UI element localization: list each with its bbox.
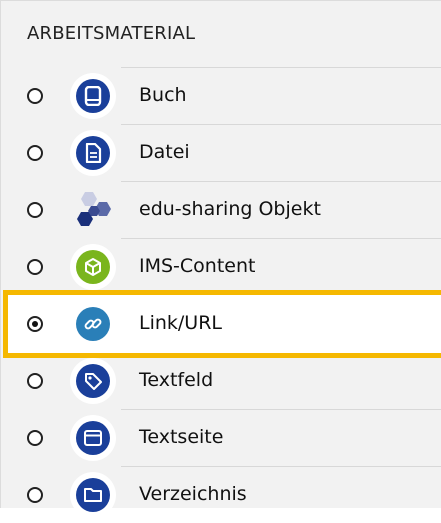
option-label: Verzeichnis [139, 483, 247, 505]
option-textseite[interactable]: Textseite [1, 409, 441, 466]
option-edu-sharing[interactable]: edu-sharing Objekt [1, 181, 441, 238]
option-datei[interactable]: Datei [1, 124, 441, 181]
radio-buch[interactable] [27, 88, 43, 104]
activity-chooser-panel: ARBEITSMATERIAL Buch Datei edu-sharing O… [0, 0, 441, 518]
book-icon [70, 73, 116, 119]
option-label: Textseite [139, 426, 224, 448]
window-icon [70, 415, 116, 461]
radio-edu-sharing[interactable] [27, 202, 43, 218]
radio-textseite[interactable] [27, 430, 43, 446]
radio-ims-content[interactable] [27, 259, 43, 275]
option-label: edu-sharing Objekt [139, 198, 321, 220]
option-ims-content[interactable]: IMS-Content [1, 238, 441, 295]
option-label: Textfeld [139, 369, 214, 391]
section-title: ARBEITSMATERIAL [27, 23, 196, 44]
radio-verzeichnis[interactable] [27, 487, 43, 503]
option-link-url[interactable]: Link/URL [1, 295, 441, 352]
option-label: IMS-Content [139, 255, 256, 277]
edu-sharing-hexagons-icon [70, 187, 116, 233]
option-verzeichnis[interactable]: Verzeichnis [1, 466, 441, 523]
radio-link-url[interactable] [27, 316, 43, 332]
option-buch[interactable]: Buch [1, 67, 441, 124]
radio-textfeld[interactable] [27, 373, 43, 389]
folder-icon [70, 472, 116, 518]
option-label: Buch [139, 84, 187, 106]
link-icon [70, 301, 116, 347]
option-label: Link/URL [139, 312, 223, 334]
option-textfeld[interactable]: Textfeld [1, 352, 441, 409]
radio-datei[interactable] [27, 145, 43, 161]
option-label: Datei [139, 141, 190, 163]
tag-icon [70, 358, 116, 404]
file-icon [70, 130, 116, 176]
package-icon [70, 244, 116, 290]
